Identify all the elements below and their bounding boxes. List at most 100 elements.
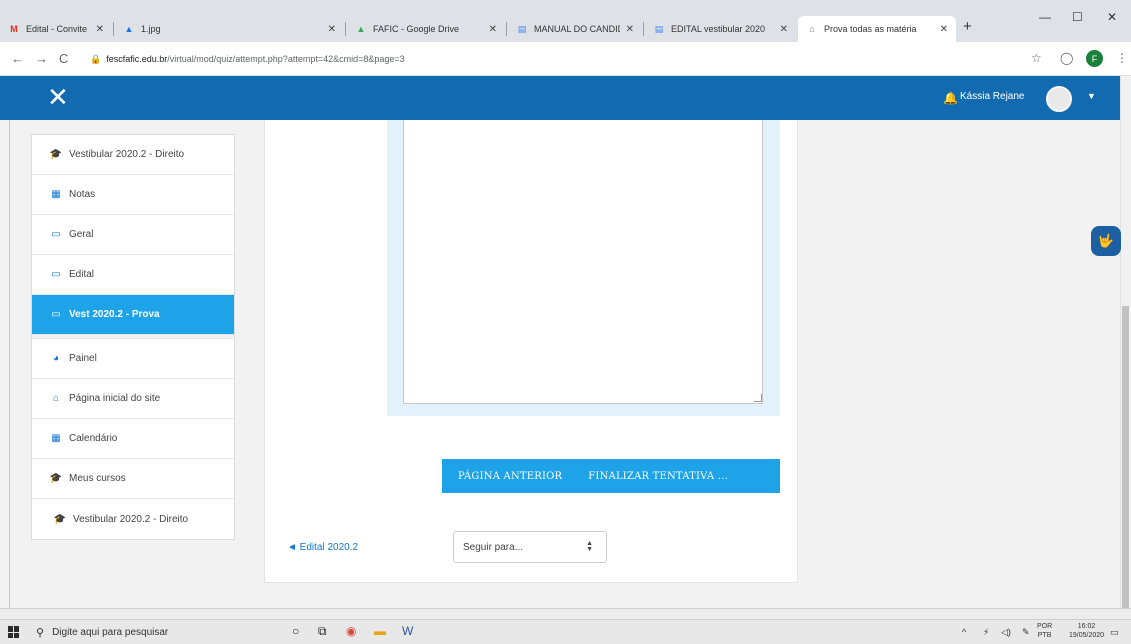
mortarboard-icon: 🎓 — [49, 149, 63, 160]
url-path: /virtual/mod/quiz/attempt.php?attempt=42… — [167, 54, 405, 64]
lock-icon: 🔒 — [90, 53, 102, 64]
close-icon[interactable]: ✕ — [96, 24, 104, 35]
browser-bottom-edge — [0, 608, 1131, 619]
docs-icon: ▤ — [654, 23, 664, 34]
sidebar-item-label: Notas — [69, 189, 96, 200]
finish-attempt-button[interactable]: FINALIZAR TENTATIVA ... — [588, 471, 728, 482]
browser-tab-image[interactable]: ▲ 1.jpg ✕ — [115, 16, 344, 42]
sidebar-item-painel[interactable]: ◕ Painel — [32, 339, 234, 379]
tab-label: Edital - Convite para c — [26, 24, 90, 34]
minimize-icon[interactable]: — — [1039, 10, 1051, 24]
sidebar-item-label: Edital — [69, 269, 95, 280]
browser-tab-prova-active[interactable]: ⌂ Prova todas as matéria ✕ — [798, 16, 956, 42]
volume-icon[interactable]: ◁) — [1001, 627, 1011, 638]
jump-to-select[interactable]: Seguir para... ▲ ▼ — [453, 531, 607, 563]
back-to-edital-link[interactable]: ◄ Edital 2020.2 — [287, 542, 358, 553]
pen-icon[interactable]: ✎ — [1022, 627, 1030, 638]
task-view-icon[interactable]: ⧉ — [318, 624, 327, 639]
tab-label: EDITAL vestibular 2020 — [671, 24, 766, 34]
sidebar-item-vest-prova[interactable]: ▭ Vest 2020.2 - Prova — [32, 295, 234, 335]
language-code: POR — [1037, 623, 1053, 630]
browser-tab-manual[interactable]: ▤ MANUAL DO CANDID ✕ — [508, 16, 642, 42]
user-avatar[interactable] — [1046, 86, 1072, 112]
previous-page-button[interactable]: PÁGINA ANTERIOR — [458, 471, 562, 482]
browser-tab-edital[interactable]: ▤ EDITAL vestibular 2020 ✕ — [645, 16, 796, 42]
close-icon[interactable]: ✕ — [940, 24, 948, 35]
sidebar-item-calendario[interactable]: ▦ Calendário — [32, 419, 234, 459]
dashboard-icon: ◕ — [52, 353, 60, 364]
back-arrow-icon[interactable]: ← — [11, 51, 24, 66]
window-close-icon[interactable]: ✕ — [1107, 10, 1117, 24]
tab-divider — [345, 22, 346, 36]
site-navbar: ✕ 🔔 Kássia Rejane ▼ — [0, 76, 1120, 120]
profile-avatar[interactable]: F — [1086, 50, 1103, 67]
sidebar-item-notas[interactable]: ▦ Notas — [32, 175, 234, 215]
chevron-down-icon[interactable]: ▼ — [1087, 91, 1096, 101]
mortarboard-icon: 🎓 — [53, 513, 67, 525]
word-icon[interactable]: W — [402, 624, 413, 638]
tab-divider — [643, 22, 644, 36]
sidebar-item-geral[interactable]: ▭ Geral — [32, 215, 234, 255]
sidebar-item-course-direito[interactable]: 🎓 Vestibular 2020.2 - Direito — [32, 499, 234, 539]
sidebar-item-vestibular-direito[interactable]: 🎓 Vestibular 2020.2 - Direito — [32, 135, 234, 175]
address-bar-row: ← → C 🔒 fescfafic.edu.br/virtual/mod/qui… — [0, 42, 1131, 76]
chrome-icon[interactable]: ◉ — [346, 624, 356, 638]
close-icon[interactable]: ✕ — [780, 24, 788, 35]
sidebar-item-label: Página inicial do site — [69, 393, 161, 404]
clock-date: 19/05/2020 — [1069, 632, 1105, 639]
scrollbar-thumb[interactable] — [1122, 306, 1129, 608]
bell-icon[interactable]: 🔔 — [943, 91, 958, 105]
user-name[interactable]: Kássia Rejane — [960, 91, 1024, 102]
system-clock[interactable]: 16:02 19/05/2020 — [1069, 622, 1104, 640]
mortarboard-icon: 🎓 — [49, 473, 63, 484]
resize-handle[interactable] — [754, 394, 762, 402]
browser-tab-drive[interactable]: ▲ FAFIC - Google Drive ✕ — [347, 16, 505, 42]
moodle-icon: ⌂ — [809, 24, 815, 34]
close-icon[interactable]: ✕ — [489, 24, 497, 35]
windows-taskbar: ⚲ Digite aqui para pesquisar ○ ⧉ ◉ ▬ W ^… — [0, 619, 1131, 644]
tab-label: MANUAL DO CANDID — [534, 24, 620, 34]
windows-start-icon[interactable] — [8, 626, 20, 638]
accessibility-icon[interactable]: 🤟 — [1091, 226, 1121, 256]
answer-textarea[interactable] — [403, 120, 763, 404]
tab-label: Prova todas as matéria — [824, 24, 917, 34]
sidebar-item-edital[interactable]: ▭ Edital — [32, 255, 234, 295]
browser-tab-strip: M Edital - Convite para c ✕ ▲ 1.jpg ✕ ▲ … — [0, 0, 1131, 42]
close-icon[interactable]: ✕ — [328, 24, 336, 35]
sidebar-item-meus-cursos[interactable]: 🎓 Meus cursos — [32, 459, 234, 499]
sidebar-item-label: Vestibular 2020.2 - Direito — [73, 513, 189, 525]
notifications-icon[interactable]: ▭ — [1110, 627, 1119, 638]
sidebar-item-label: Vestibular 2020.2 - Direito — [69, 149, 185, 160]
close-icon[interactable]: ✕ — [626, 24, 634, 35]
drive-icon: ▲ — [356, 24, 366, 34]
quiz-navigation-buttons: PÁGINA ANTERIOR FINALIZAR TENTATIVA ... — [442, 459, 780, 493]
calendar-icon: ▦ — [51, 433, 61, 444]
language-indicator[interactable]: POR PTB — [1037, 622, 1052, 640]
sidebar-item-pagina-inicial[interactable]: ⌂ Página inicial do site — [32, 379, 234, 419]
sidebar-item-label: Geral — [69, 229, 94, 240]
folder-icon: ▭ — [51, 269, 61, 280]
extension-icon[interactable]: ◯ — [1060, 51, 1073, 65]
menu-dots-icon[interactable]: ⋮ — [1116, 51, 1128, 65]
browser-tab-gmail[interactable]: M Edital - Convite para c ✕ — [0, 16, 112, 42]
page-body: 🎓 Vestibular 2020.2 - Direito ▦ Notas ▭ … — [0, 120, 1120, 608]
sidebar-edge — [9, 120, 10, 608]
chevron-up-icon[interactable]: ^ — [962, 627, 966, 637]
new-tab-button[interactable]: + — [963, 18, 972, 35]
file-explorer-icon[interactable]: ▬ — [374, 624, 386, 638]
reload-icon[interactable]: C — [59, 51, 68, 66]
bookmark-star-icon[interactable]: ☆ — [1031, 51, 1042, 65]
jump-select-value: Seguir para... — [463, 541, 524, 553]
network-icon[interactable]: ⚡ — [983, 627, 989, 638]
tab-label: FAFIC - Google Drive — [373, 24, 460, 34]
forward-arrow-icon[interactable]: → — [35, 51, 48, 66]
cortana-icon[interactable]: ○ — [292, 624, 299, 638]
tab-label: 1.jpg — [141, 24, 161, 34]
taskbar-search[interactable]: ⚲ Digite aqui para pesquisar — [30, 622, 266, 643]
url-field[interactable]: 🔒 fescfafic.edu.br/virtual/mod/quiz/atte… — [90, 47, 990, 71]
close-drawer-icon[interactable]: ✕ — [47, 83, 69, 111]
drive-icon: ▲ — [124, 24, 134, 34]
sidebar-item-label: Painel — [69, 353, 97, 364]
screen: M Edital - Convite para c ✕ ▲ 1.jpg ✕ ▲ … — [0, 0, 1131, 644]
maximize-icon[interactable]: ☐ — [1072, 10, 1083, 24]
